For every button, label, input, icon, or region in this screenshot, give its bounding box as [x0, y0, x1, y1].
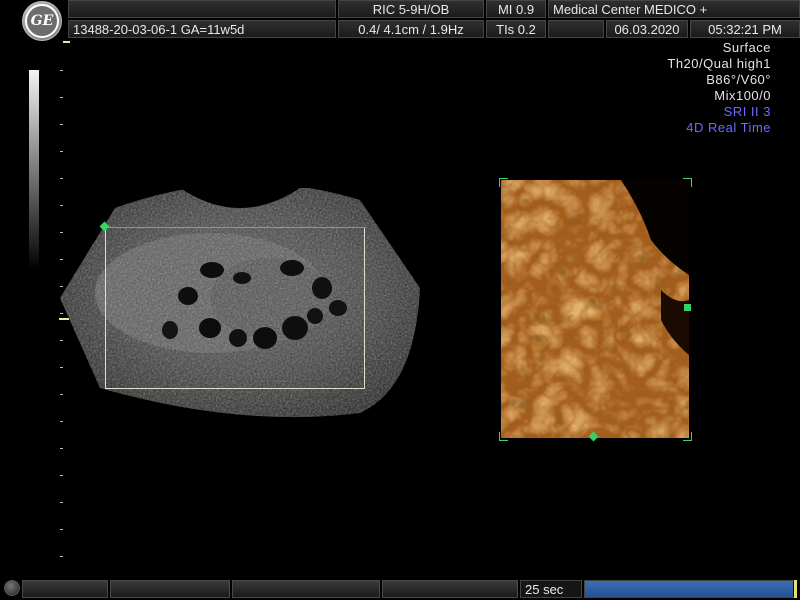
- 3d-surface-render: [501, 180, 689, 438]
- header-bar: GE RIC 5-9H/OB MI 0.9 Medical Center MED…: [0, 0, 800, 41]
- depth-tick: [60, 70, 63, 71]
- render-corner-tr: [683, 178, 692, 187]
- roi-box[interactable]: [99, 221, 366, 389]
- probe-label: RIC 5-9H/OB: [338, 0, 484, 18]
- exam-time: 05:32:21 PM: [690, 20, 800, 38]
- depth-tick: [60, 475, 63, 476]
- roi-top-line: [106, 227, 366, 228]
- param-angles: B86°/V60°: [706, 72, 771, 87]
- mi-value: MI 0.9: [486, 0, 546, 18]
- footer-softkey-3[interactable]: [232, 580, 380, 598]
- depth-tick: [60, 529, 63, 530]
- depth-frequency: 0.4/ 4.1cm / 1.9Hz: [338, 20, 484, 38]
- render-corner-bl: [499, 432, 508, 441]
- param-sri: SRI II 3: [723, 104, 771, 119]
- render-side-handle[interactable]: [684, 304, 691, 311]
- parameter-panel: Surface Th20/Qual high1 B86°/V60° Mix100…: [667, 40, 771, 136]
- cine-progress-end-marker: [794, 580, 797, 598]
- patient-id: 13488-20-03-06-1 GA=11w5d: [68, 20, 336, 38]
- institution-name: Medical Center MEDICO +: [548, 0, 800, 18]
- footer-softkey-2[interactable]: [110, 580, 230, 598]
- depth-tick: [60, 151, 63, 152]
- depth-tick: [60, 178, 63, 179]
- trackball-icon[interactable]: [4, 580, 20, 596]
- cine-progress-bar[interactable]: [584, 580, 796, 598]
- header-blank-cell-2: [548, 20, 604, 38]
- param-threshold-quality: Th20/Qual high1: [667, 56, 771, 71]
- depth-tick: [60, 502, 63, 503]
- tis-value: TIs 0.2: [486, 20, 546, 38]
- depth-tick: [60, 124, 63, 125]
- param-mix: Mix100/0: [714, 88, 771, 103]
- param-render-mode: Surface: [722, 40, 771, 55]
- depth-tick: [60, 556, 63, 557]
- cine-timer: 25 sec: [520, 580, 582, 598]
- header-blank-cell: [68, 0, 336, 18]
- render-corner-br: [683, 432, 692, 441]
- param-4d-mode: 4D Real Time: [686, 120, 771, 135]
- render-corner-tl: [499, 178, 508, 187]
- depth-tick: [60, 421, 63, 422]
- ge-logo: GE: [22, 1, 62, 41]
- depth-tick: [60, 97, 63, 98]
- footer-softkey-4[interactable]: [382, 580, 518, 598]
- exam-date: 06.03.2020: [606, 20, 688, 38]
- footer-softkey-1[interactable]: [22, 580, 108, 598]
- cine-progress-fill: [585, 581, 793, 597]
- grayscale-bar: [29, 70, 39, 270]
- depth-tick: [60, 448, 63, 449]
- ge-logo-text: GE: [25, 4, 59, 38]
